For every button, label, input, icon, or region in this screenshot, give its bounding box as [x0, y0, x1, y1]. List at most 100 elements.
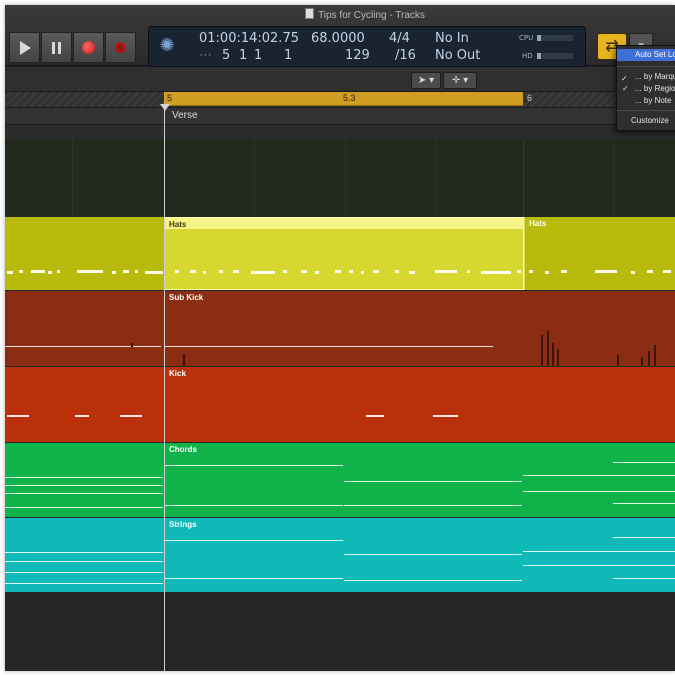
note — [165, 505, 343, 506]
velocity-spike — [547, 331, 549, 366]
region-kick[interactable]: Kick — [164, 367, 675, 442]
cycle-menu: Auto Set Locators ... by Marquee ✓ ... by… — [616, 45, 675, 131]
note — [112, 271, 116, 274]
menu-item-label: ... by Note — [635, 96, 672, 105]
left-click-tool-menu[interactable]: ➤ ▾ — [411, 72, 441, 89]
region-sub-kick[interactable]: Sub Kick — [164, 291, 675, 366]
division-number: 1 — [254, 48, 263, 63]
track-lane-hats[interactable]: Hats Hats — [5, 217, 675, 290]
key-in-display[interactable]: No In — [435, 31, 469, 46]
region-hats-2[interactable]: Hats — [524, 217, 675, 290]
menu-separator — [617, 110, 675, 111]
track-lane-kick[interactable]: Kick — [5, 367, 675, 442]
region-name: Kick — [169, 369, 186, 378]
tempo-display[interactable]: 68.0000 — [311, 31, 365, 46]
empty-track-area[interactable] — [5, 593, 675, 671]
note — [344, 580, 522, 581]
document-icon — [305, 8, 315, 19]
note — [7, 415, 29, 417]
menu-item-label: Auto Set Locators — [635, 50, 675, 59]
grid-line — [254, 139, 255, 217]
note — [120, 415, 142, 417]
gear-icon[interactable]: ✺ — [155, 33, 179, 59]
capture-record-icon — [115, 42, 126, 53]
record-icon — [82, 41, 95, 54]
key-out-display[interactable]: No Out — [435, 48, 480, 63]
note — [435, 270, 457, 273]
menu-item-by-region[interactable]: ✓ ... by Region — [617, 83, 675, 95]
cpu-meter — [537, 35, 573, 41]
logic-window: Tips for Cycling - Tracks ✺ 01:00:14:02.… — [5, 5, 675, 671]
note — [5, 485, 163, 486]
control-bar: Tips for Cycling - Tracks ✺ 01:00:14:02.… — [5, 5, 675, 67]
playhead[interactable] — [164, 103, 165, 671]
division-display[interactable]: /16 — [395, 48, 416, 63]
note — [19, 270, 23, 273]
note — [31, 270, 45, 273]
menu-item-auto-set-locators[interactable]: Auto Set Locators — [617, 49, 675, 61]
menu-item-label: ... by Marquee — [635, 72, 675, 81]
marker-verse[interactable]: Verse — [172, 110, 198, 121]
checkmark-icon: ✓ — [622, 84, 629, 93]
tempo-sub-display: 129 — [345, 48, 370, 63]
marker-track[interactable]: Verse — [5, 108, 675, 125]
region-header — [165, 218, 523, 229]
note — [57, 270, 60, 273]
beat-number: 1 — [239, 48, 248, 63]
menu-item-label: ... by Region — [635, 84, 675, 93]
ruler[interactable]: 5 5.3 6 — [5, 92, 675, 108]
pause-button[interactable] — [41, 32, 72, 63]
note — [165, 346, 493, 347]
note — [48, 271, 52, 274]
velocity-spike — [641, 357, 643, 366]
velocity-spike — [617, 355, 619, 366]
velocity-spike — [557, 349, 559, 366]
grid-line — [613, 139, 614, 217]
track-lane-sub-kick[interactable]: Sub Kick — [5, 291, 675, 366]
command-click-tool-menu[interactable]: ✛ ▾ — [443, 72, 477, 89]
bars-beats-dots: ⋯ — [199, 48, 212, 63]
pause-icon — [52, 42, 61, 54]
record-button[interactable] — [73, 32, 104, 63]
note — [467, 270, 470, 273]
note — [251, 271, 275, 274]
note — [77, 270, 103, 273]
track-lane-strings[interactable]: Strings — [5, 518, 675, 592]
note — [545, 271, 549, 274]
note — [233, 270, 239, 273]
capture-record-button[interactable] — [105, 32, 136, 63]
menu-item-customize[interactable]: Customize — [617, 115, 675, 127]
velocity-spike — [552, 343, 554, 366]
bar-number: 5 — [222, 48, 231, 63]
note — [5, 507, 163, 508]
note — [315, 271, 319, 274]
note — [344, 505, 522, 506]
note — [190, 270, 196, 273]
note — [5, 572, 163, 573]
lcd-display[interactable]: ✺ 01:00:14:02.75 ⋯ 5 1 1 1 68.0000 129 4… — [148, 26, 586, 67]
region-hats-selected[interactable]: Hats — [164, 217, 524, 290]
note — [395, 270, 399, 273]
playhead-handle[interactable] — [160, 104, 170, 111]
track-lane-empty[interactable] — [5, 139, 675, 217]
note — [75, 415, 89, 417]
menu-item-by-note[interactable]: ... by Note — [617, 95, 675, 107]
region-name: Hats — [529, 219, 547, 228]
note — [523, 551, 675, 552]
track-lane-chords[interactable]: Chords — [5, 443, 675, 517]
marquee-tool-icon: ✛ ▾ — [451, 75, 469, 86]
note — [301, 270, 307, 273]
note — [5, 493, 163, 494]
region-name: Chords — [169, 445, 197, 454]
note — [335, 270, 341, 273]
note — [613, 537, 675, 538]
velocity-spike — [131, 343, 133, 347]
time-signature[interactable]: 4/4 — [389, 31, 410, 46]
velocity-spike — [654, 345, 656, 366]
note — [7, 271, 13, 274]
window-title-text: Tips for Cycling - Tracks — [318, 10, 425, 21]
grid-line — [345, 139, 346, 217]
note — [523, 491, 675, 492]
region-name: Strings — [169, 520, 197, 529]
play-button[interactable] — [9, 32, 40, 63]
